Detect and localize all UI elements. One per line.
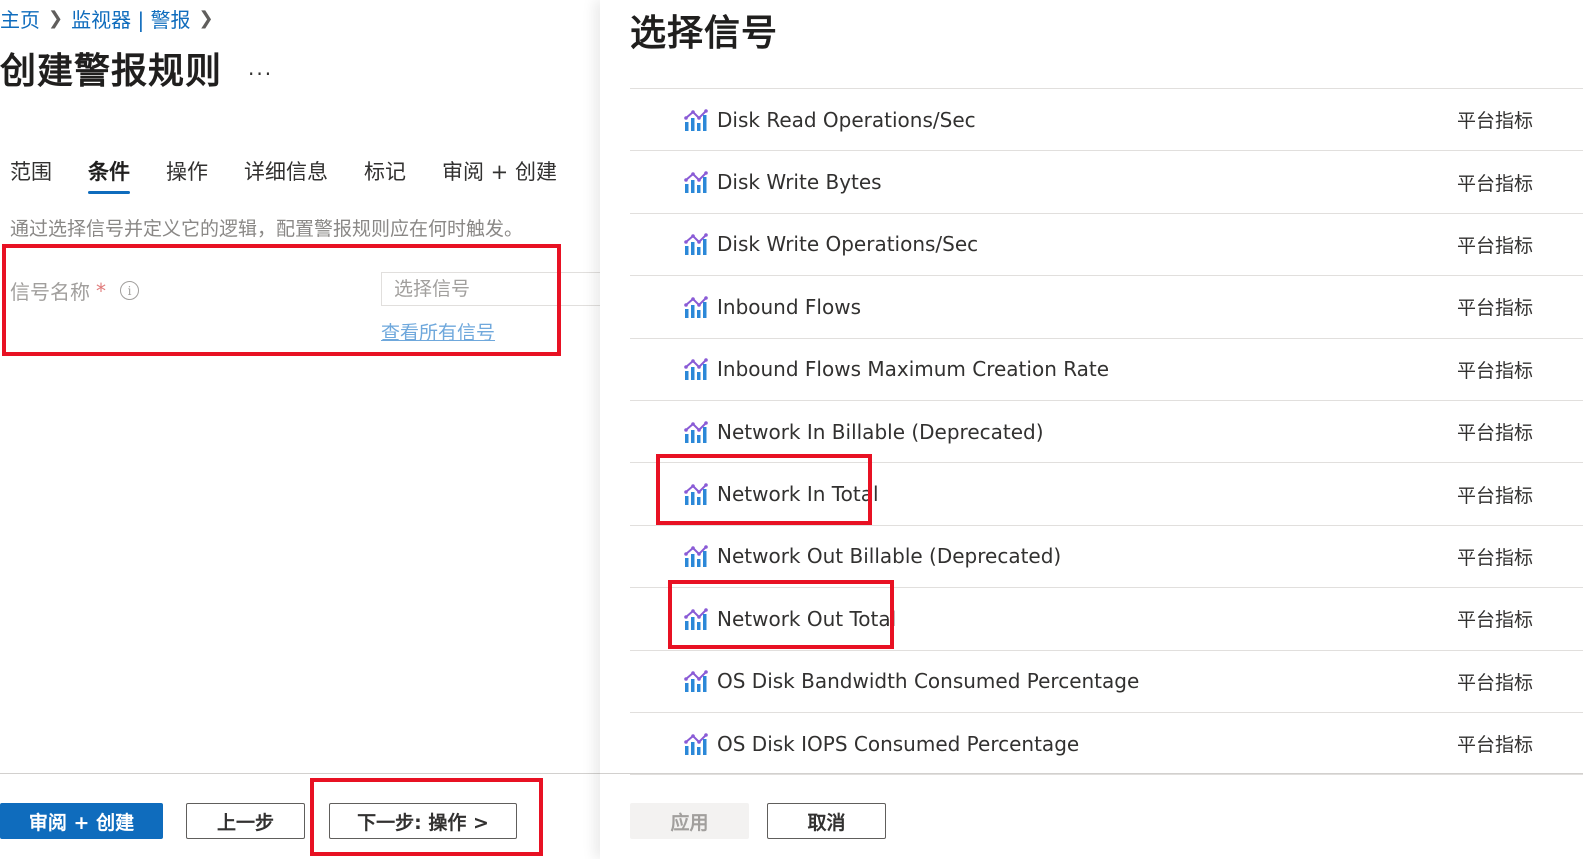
signal-name[interactable]: OS Disk IOPS Consumed Percentage xyxy=(717,732,1079,756)
signal-row[interactable]: Network Out Billable (Deprecated) 平台指标 xyxy=(630,526,1583,589)
metric-chart-icon xyxy=(684,732,708,755)
breadcrumb-home-link[interactable]: 主页 xyxy=(0,4,40,33)
metric-chart-icon xyxy=(684,608,708,630)
previous-button[interactable]: 上一步 xyxy=(186,803,305,839)
signal-row[interactable]: Disk Write Operations/Sec 平台指标 xyxy=(630,214,1583,277)
review-create-button[interactable]: 审阅 + 创建 xyxy=(0,803,163,839)
signal-type: 平台指标 xyxy=(1456,297,1533,320)
signal-name[interactable]: Network In Billable (Deprecated) xyxy=(717,420,1044,444)
more-options-icon[interactable]: ... xyxy=(248,56,273,80)
signal-row[interactable]: Inbound Flows 平台指标 xyxy=(630,276,1583,339)
metric-chart-icon xyxy=(684,296,708,318)
tab-scope[interactable]: 范围 xyxy=(10,154,52,194)
tab-actions[interactable]: 操作 xyxy=(166,154,208,194)
tab-review-create[interactable]: 审阅 + 创建 xyxy=(442,154,557,194)
signal-name[interactable]: Inbound Flows Maximum Creation Rate xyxy=(717,357,1109,381)
signal-type: 平台指标 xyxy=(1456,546,1533,569)
signal-name-label: 信号名称 * i xyxy=(10,276,139,305)
signal-name[interactable]: Disk Write Bytes xyxy=(717,170,882,194)
panel-footer-divider xyxy=(600,773,1583,774)
signal-row[interactable]: Network In Billable (Deprecated) 平台指标 xyxy=(630,401,1583,464)
signal-name[interactable]: Disk Read Operations/Sec xyxy=(717,108,976,132)
metric-chart-icon xyxy=(684,420,708,443)
metric-chart-icon xyxy=(684,545,708,568)
create-alert-rule-pane: 主页 ❯ 监视器 | 警报 ❯ 创建警报规则 ... 范围 条件 操作 详细信息… xyxy=(0,0,611,859)
signal-name[interactable]: Network In Total xyxy=(717,482,879,506)
signal-type: 平台指标 xyxy=(1456,110,1533,133)
tab-tags[interactable]: 标记 xyxy=(364,154,406,194)
tab-details[interactable]: 详细信息 xyxy=(244,154,328,194)
signal-name[interactable]: OS Disk Bandwidth Consumed Percentage xyxy=(717,669,1139,693)
signal-type: 平台指标 xyxy=(1456,422,1533,445)
signal-type: 平台指标 xyxy=(1456,172,1533,195)
breadcrumb-monitor-alerts-link[interactable]: 监视器 | 警报 xyxy=(71,4,190,33)
signal-row[interactable]: Network In Total 平台指标 xyxy=(630,463,1583,526)
signal-type: 平台指标 xyxy=(1456,671,1533,694)
select-signal-input[interactable] xyxy=(381,272,611,306)
footer-divider xyxy=(0,773,600,774)
signal-name-label-text: 信号名称 xyxy=(10,280,90,304)
metric-chart-icon xyxy=(684,171,708,194)
signal-type: 平台指标 xyxy=(1456,484,1533,507)
apply-button[interactable]: 应用 xyxy=(630,803,749,839)
required-mark: * xyxy=(96,278,106,303)
signal-row[interactable]: OS Disk IOPS Consumed Percentage 平台指标 xyxy=(630,713,1583,776)
signal-name[interactable]: Inbound Flows xyxy=(717,295,861,319)
signal-row[interactable]: Disk Write Bytes 平台指标 xyxy=(630,151,1583,214)
select-signal-panel: 选择信号 Disk Read Operations/Sec 平台指标 Disk Wr… xyxy=(600,0,1583,859)
signal-type: 平台指标 xyxy=(1456,359,1533,382)
signal-row[interactable]: Network Out Total 平台指标 xyxy=(630,588,1583,651)
signal-name[interactable]: Disk Write Operations/Sec xyxy=(717,232,978,256)
signal-row[interactable]: Inbound Flows Maximum Creation Rate 平台指标 xyxy=(630,339,1583,401)
tab-bar: 范围 条件 操作 详细信息 标记 审阅 + 创建 xyxy=(10,154,593,194)
metric-chart-icon xyxy=(684,483,708,506)
info-icon[interactable]: i xyxy=(120,281,139,300)
metric-chart-icon xyxy=(684,233,708,256)
view-all-signals-link[interactable]: 查看所有信号 xyxy=(381,318,495,345)
metric-chart-icon xyxy=(684,108,708,131)
signal-name[interactable]: Network Out Total xyxy=(717,607,896,631)
signal-row[interactable]: Disk Read Operations/Sec 平台指标 xyxy=(630,89,1583,152)
signal-type: 平台指标 xyxy=(1456,734,1533,757)
metric-chart-icon xyxy=(684,358,708,381)
signal-list: Disk Read Operations/Sec 平台指标 Disk Write B… xyxy=(630,88,1583,776)
signal-type: 平台指标 xyxy=(1456,609,1533,632)
condition-description: 通过选择信号并定义它的逻辑，配置警报规则应在何时触发。 xyxy=(10,218,524,240)
page-title: 创建警报规则 xyxy=(0,51,223,92)
breadcrumb: 主页 ❯ 监视器 | 警报 ❯ xyxy=(0,4,214,32)
chevron-right-icon: ❯ xyxy=(48,7,64,29)
next-actions-button[interactable]: 下一步: 操作 > xyxy=(329,803,517,839)
signal-type: 平台指标 xyxy=(1456,234,1533,257)
panel-title: 选择信号 xyxy=(630,13,779,54)
cancel-button[interactable]: 取消 xyxy=(767,803,886,839)
tab-condition[interactable]: 条件 xyxy=(88,154,130,194)
chevron-right-icon: ❯ xyxy=(198,7,214,29)
signal-name[interactable]: Network Out Billable (Deprecated) xyxy=(717,544,1061,568)
metric-chart-icon xyxy=(684,670,708,693)
signal-row[interactable]: OS Disk Bandwidth Consumed Percentage 平台指… xyxy=(630,651,1583,713)
